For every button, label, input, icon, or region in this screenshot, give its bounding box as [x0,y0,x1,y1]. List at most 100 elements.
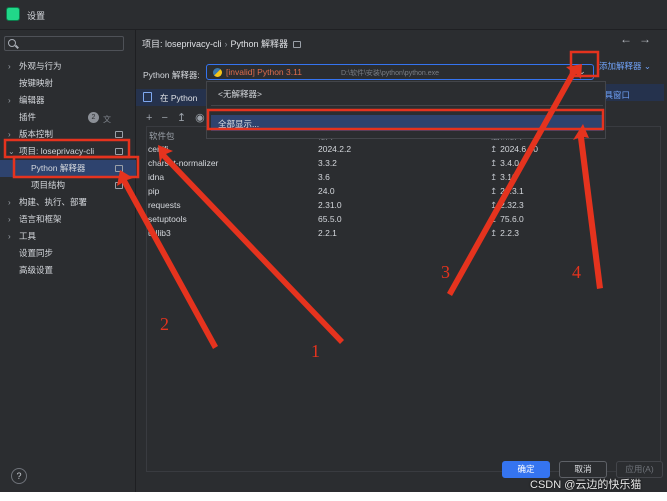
package-name: charset-normalizer [148,158,219,168]
project-scope-icon [115,148,123,155]
bottom-strip [0,492,667,501]
package-latest-value: 24.3.1 [500,186,524,196]
no-interpreter-option[interactable]: <无解释器> [218,88,262,100]
settings-sidebar: › 外观与行为 按键映射 › 编辑器 插件 2 文 › 版本控制 ⌄ 项目: l… [0,30,136,492]
dropdown-divider [211,105,603,106]
notice-banner: 在 Python [136,89,207,106]
table-row[interactable]: idna 3.6 ↥ 3.10 [147,172,660,186]
project-scope-icon [293,41,302,49]
sidebar-item-advanced[interactable]: 高级设置 [0,262,136,279]
table-row[interactable]: certifi 2024.2.2 ↥ 2024.6.30 [147,144,660,158]
package-name: setuptools [148,214,187,224]
package-toolbar: + − ↥ ◉ [146,111,214,125]
breadcrumb-separator: › [224,39,228,49]
window-title: 设置 [27,11,46,21]
sidebar-item-plugins[interactable]: 插件 2 文 [0,109,136,126]
breadcrumb: 项目: loseprivacy-cli › Python 解释器 [142,37,302,50]
annotation-number-2: 2 [160,314,169,334]
package-name: requests [148,200,181,210]
chevron-down-icon[interactable]: ⌄ [575,66,589,78]
upgrade-arrow-icon: ↥ [490,214,498,224]
sidebar-item-label: 构建、执行、部署 [19,197,88,207]
sidebar-item-editor[interactable]: › 编辑器 [0,92,136,109]
project-scope-icon [115,165,123,172]
pycharm-logo-icon [6,7,20,21]
interpreter-select[interactable]: [invalid] Python 3.11 D:\软件\安装\python\py… [206,64,594,80]
package-version: 3.3.2 [318,158,337,168]
sidebar-item-label: 外观与行为 [19,61,62,71]
table-row[interactable]: urllib3 2.2.1 ↥ 2.2.3 [147,228,660,242]
annotation-number-4: 4 [572,262,581,282]
upgrade-arrow-icon: ↥ [490,186,498,196]
notice-text: 在 Python [160,93,198,103]
package-latest-value: 2024.6.30 [500,144,538,154]
package-latest: ↥ 24.3.1 [490,186,524,197]
package-version: 2.2.1 [318,228,337,238]
upgrade-arrow-icon: ↥ [490,172,498,182]
search-icon [8,39,16,47]
package-latest: ↥ 2024.6.30 [490,144,538,155]
upgrade-package-icon[interactable]: ↥ [177,112,186,124]
sidebar-item-python-interpreter[interactable]: Python 解释器 [0,160,136,177]
package-latest: ↥ 2.2.3 [490,228,519,239]
package-name: urllib3 [148,228,171,238]
update-count-badge: 2 [88,112,99,123]
sidebar-item-label: 高级设置 [19,265,54,275]
sidebar-item-vcs[interactable]: › 版本控制 [0,126,136,143]
settings-main-panel: 项目: loseprivacy-cli › Python 解释器 ← → Pytho… [136,30,667,492]
back-arrow-icon[interactable]: ← [620,32,632,46]
chevron-right-icon: › [8,232,11,241]
title-bar: 设置 [0,0,667,30]
upgrade-arrow-icon: ↥ [490,158,498,168]
settings-window: 设置 › 外观与行为 按键映射 › 编辑器 插件 2 文 › 版本控制 ⌄ 项目… [0,0,667,492]
sidebar-item-build[interactable]: › 构建、执行、部署 [0,194,136,211]
package-latest-value: 3.4.0 [500,158,520,168]
column-header-package[interactable]: 软件包 [149,130,175,142]
sidebar-item-label: 语言和框架 [19,214,62,224]
chevron-right-icon: › [8,62,11,71]
show-all-label: 全部显示... [218,119,260,129]
table-row[interactable]: pip 24.0 ↥ 24.3.1 [147,186,660,200]
upgrade-arrow-icon: ↥ [490,228,498,238]
sidebar-item-project[interactable]: ⌄ 项目: loseprivacy-cli [0,143,136,160]
sidebar-item-label: 编辑器 [19,95,45,105]
settings-tree: › 外观与行为 按键映射 › 编辑器 插件 2 文 › 版本控制 ⌄ 项目: l… [0,58,136,279]
chevron-right-icon: › [8,198,11,207]
chevron-right-icon: › [8,215,11,224]
package-version: 65.5.0 [318,214,342,224]
table-row[interactable]: charset-normalizer 3.3.2 ↥ 3.4.0 [147,158,660,172]
add-package-icon[interactable]: + [146,112,152,124]
table-row[interactable]: setuptools 65.5.0 ↥ 75.6.0 [147,214,660,228]
project-scope-icon [115,131,123,138]
sidebar-item-tools[interactable]: › 工具 [0,228,136,245]
remove-package-icon[interactable]: − [161,112,167,124]
chevron-down-icon: ⌄ [8,147,15,156]
settings-search-input[interactable] [4,36,124,51]
package-latest-value: 75.6.0 [500,214,524,224]
sidebar-item-appearance[interactable]: › 外观与行为 [0,58,136,75]
table-row[interactable]: requests 2.31.0 ↥ 2.32.3 [147,200,660,214]
package-latest-value: 3.10 [500,172,517,182]
package-name: certifi [148,144,169,154]
sidebar-item-languages[interactable]: › 语言和框架 [0,211,136,228]
add-interpreter-link[interactable]: 添加解释器 ⌄ [599,60,651,72]
package-latest: ↥ 3.10 [490,172,517,183]
show-early-releases-icon[interactable]: ◉ [195,112,205,124]
sidebar-item-keymap[interactable]: 按键映射 [0,75,136,92]
help-button[interactable]: ? [11,468,27,484]
sidebar-item-label: 工具 [19,231,37,241]
package-version: 2.31.0 [318,200,342,210]
package-version: 2024.2.2 [318,144,352,154]
sidebar-item-settings-sync[interactable]: 设置同步 [0,245,136,262]
annotation-number-3: 3 [441,262,450,282]
package-name: idna [148,172,165,182]
sidebar-item-label: 按键映射 [19,78,54,88]
package-latest: ↥ 75.6.0 [490,214,524,225]
package-latest-value: 2.32.3 [500,200,524,210]
package-latest: ↥ 3.4.0 [490,158,519,169]
sidebar-item-project-structure[interactable]: 项目结构 [0,177,136,194]
forward-arrow-icon[interactable]: → [639,32,651,46]
show-all-option[interactable]: 全部显示... [211,115,603,131]
package-latest: ↥ 2.32.3 [490,200,524,211]
upgrade-arrow-icon: ↥ [490,144,498,154]
